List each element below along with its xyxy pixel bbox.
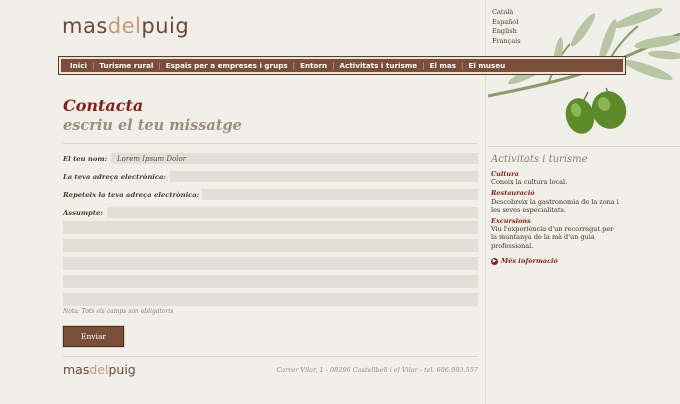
nav-item-entorn[interactable]: Entorn — [300, 61, 327, 70]
logo-text-del: del — [107, 14, 142, 38]
activity-heading[interactable]: Cultura — [491, 170, 621, 178]
sidebar-title: Activitats i turisme — [491, 154, 588, 165]
language-espanol[interactable]: Español — [492, 18, 521, 28]
activity-text: Descobreix la gastronomia de la zona i l… — [491, 197, 619, 214]
activity-heading[interactable]: Excursions — [491, 217, 621, 225]
submit-button[interactable]: Enviar — [63, 326, 124, 347]
footer-logo-del: del — [89, 362, 109, 377]
subject-field[interactable] — [107, 207, 478, 218]
email-confirm-field[interactable] — [202, 189, 478, 200]
main-nav: Inici | Turisme rural | Espais per a emp… — [58, 56, 626, 75]
nav-item-el-museu[interactable]: El museu — [468, 61, 505, 70]
footer-logo-mas: mas — [63, 362, 90, 377]
language-francais[interactable]: Français — [492, 37, 521, 47]
nav-item-turisme-rural[interactable]: Turisme rural — [99, 61, 153, 70]
nav-separator: | — [461, 61, 464, 70]
nav-separator: | — [158, 61, 161, 70]
language-catala[interactable]: Català — [492, 8, 521, 18]
email-label: La teva adreça electrònica: — [63, 173, 166, 181]
activity-excursions: Excursions Viu l'experiència d'un recorr… — [491, 217, 621, 250]
message-textarea[interactable] — [63, 221, 478, 307]
sidebar-activities: Cultura Coneix la cultura local. Restaur… — [491, 170, 621, 253]
nav-item-espais[interactable]: Espais per a empreses i grups — [166, 61, 288, 70]
contact-page: masdelpuig Català Español English França… — [0, 0, 680, 404]
site-logo[interactable]: masdelpuig — [62, 14, 189, 38]
page-title: Contacta — [63, 96, 144, 115]
nav-separator: | — [292, 61, 296, 70]
nav-item-activitats[interactable]: Activitats i turisme — [340, 61, 418, 70]
activity-text: Coneix la cultura local. — [491, 178, 568, 187]
nav-item-el-mas[interactable]: El mas — [430, 61, 457, 70]
arrow-right-icon: ▶ — [491, 257, 498, 265]
email-field[interactable] — [170, 171, 478, 182]
required-fields-note: Nota: Tots els camps són obligatoris — [63, 308, 174, 315]
name-label: El teu nom: — [63, 155, 108, 163]
nav-separator: | — [91, 61, 95, 70]
nav-separator: | — [332, 61, 335, 70]
activity-cultura: Cultura Coneix la cultura local. — [491, 170, 621, 186]
activity-text: Viu l'experiència d'un recorregut per la… — [491, 225, 614, 250]
subject-label: Assumpte: — [63, 209, 103, 217]
language-switcher: Català Español English Français — [492, 8, 521, 46]
title-divider — [63, 143, 478, 144]
page-subtitle: escriu el teu missatge — [63, 117, 242, 134]
email-confirm-label: Repeteix la teva adreça electrònica: — [63, 191, 200, 199]
footer-logo[interactable]: masdelpuig — [63, 362, 136, 377]
activity-restauracio: Restauració Descobreix la gastronomia de… — [491, 189, 621, 214]
more-info-link[interactable]: ▶ Més informació — [491, 257, 558, 265]
name-field[interactable]: Lorem Ipsum Dolor — [111, 153, 478, 164]
more-info-label: Més informació — [501, 257, 558, 265]
logo-text-mas: mas — [62, 14, 108, 38]
logo-text-puig: puig — [141, 14, 190, 38]
nav-separator: | — [422, 61, 425, 70]
footer-address: Carrer Vilar, 1 - 08296 Castellbell i el… — [276, 366, 478, 374]
footer-divider — [63, 356, 478, 357]
nav-item-inici[interactable]: Inici — [70, 61, 87, 70]
footer-logo-puig: puig — [108, 362, 136, 377]
activity-heading[interactable]: Restauració — [491, 189, 621, 197]
sidebar-rule — [488, 146, 680, 147]
language-english[interactable]: English — [492, 27, 521, 37]
